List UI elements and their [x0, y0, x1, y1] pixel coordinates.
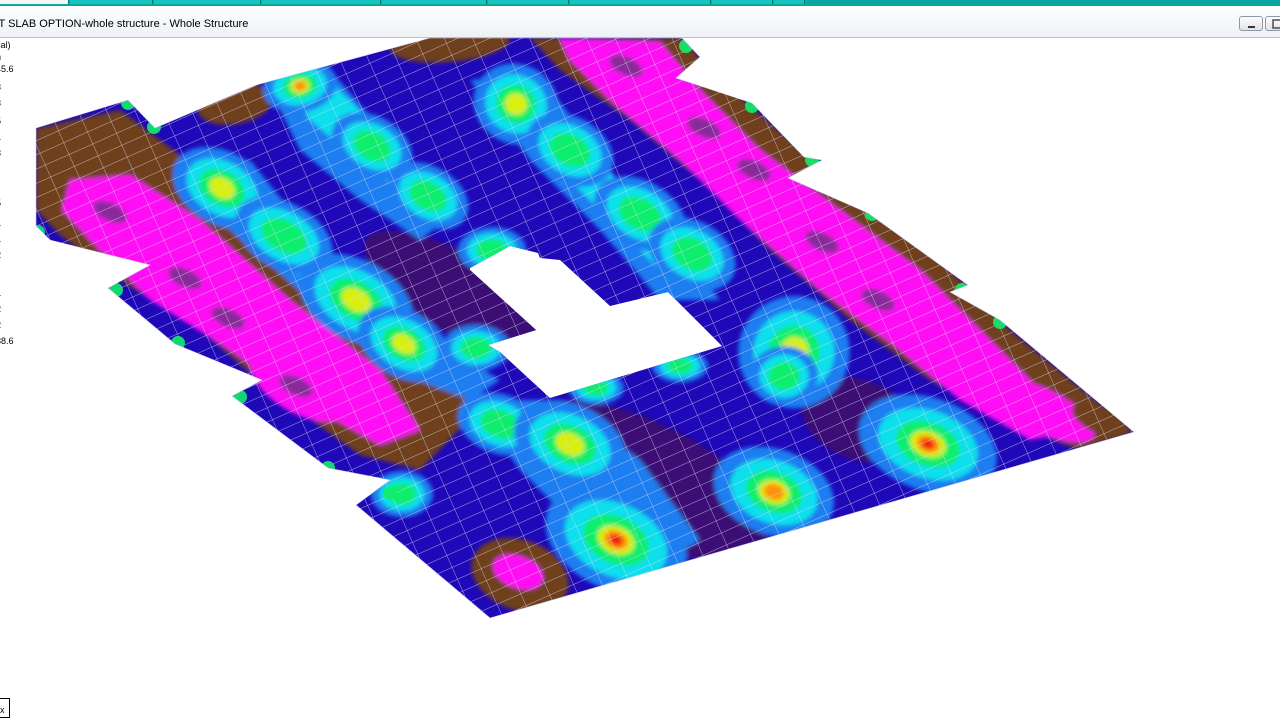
- legend-value: 1: [0, 218, 1, 228]
- legend-value: 3: [0, 82, 1, 92]
- support-marker: [679, 39, 693, 53]
- tab-2[interactable]: [70, 0, 153, 4]
- support-marker: [955, 283, 969, 297]
- support-marker: [171, 336, 185, 350]
- tab-active[interactable]: [0, 0, 69, 4]
- tab-3[interactable]: [154, 0, 261, 4]
- minimize-button[interactable]: [1239, 16, 1263, 31]
- axis-triad-box: x: [0, 698, 10, 718]
- legend-value: 38.6: [0, 336, 14, 346]
- legend-value: 2: [0, 250, 1, 260]
- graphics-viewport[interactable]: cal) n 45.6 3 3 5 1 3 5 1 1 2 1 2 2 38.6 x: [0, 38, 1280, 720]
- legend-value: n: [0, 52, 1, 62]
- support-marker: [383, 486, 397, 500]
- tab-6[interactable]: [488, 0, 569, 4]
- legend-value: 2: [0, 304, 1, 314]
- minimize-icon: [1248, 26, 1255, 28]
- legend-value: 45.6: [0, 64, 14, 74]
- tab-8[interactable]: [712, 0, 773, 4]
- application-window: AT SLAB OPTION-whole structure - Whole S…: [0, 0, 1280, 720]
- legend-value: 1: [0, 234, 1, 244]
- support-marker: [121, 96, 135, 110]
- support-marker: [36, 225, 45, 239]
- legend-value: 1: [0, 132, 1, 142]
- legend-value: 5: [0, 198, 1, 208]
- tab-5[interactable]: [382, 0, 487, 4]
- legend-value: 1: [0, 288, 1, 298]
- support-marker: [865, 207, 879, 221]
- tab-7[interactable]: [570, 0, 711, 4]
- legend-value: 3: [0, 98, 1, 108]
- view-titlebar: AT SLAB OPTION-whole structure - Whole S…: [0, 6, 1280, 38]
- tab-4[interactable]: [262, 0, 381, 4]
- legend-value: 2: [0, 320, 1, 330]
- maximize-icon: [1272, 19, 1280, 29]
- view-title: AT SLAB OPTION-whole structure - Whole S…: [0, 18, 249, 30]
- legend-value: 5: [0, 116, 1, 126]
- support-marker: [805, 153, 819, 167]
- tab-9[interactable]: [774, 0, 805, 4]
- legend-value: 3: [0, 148, 1, 158]
- axis-label: x: [0, 705, 5, 715]
- maximize-button[interactable]: [1265, 16, 1280, 31]
- fe-mesh-overlay: [36, 38, 1134, 618]
- contour-fill-group: [36, 38, 1134, 618]
- slab-stress-contour-plot[interactable]: [0, 38, 1280, 720]
- legend-value: cal): [0, 40, 11, 50]
